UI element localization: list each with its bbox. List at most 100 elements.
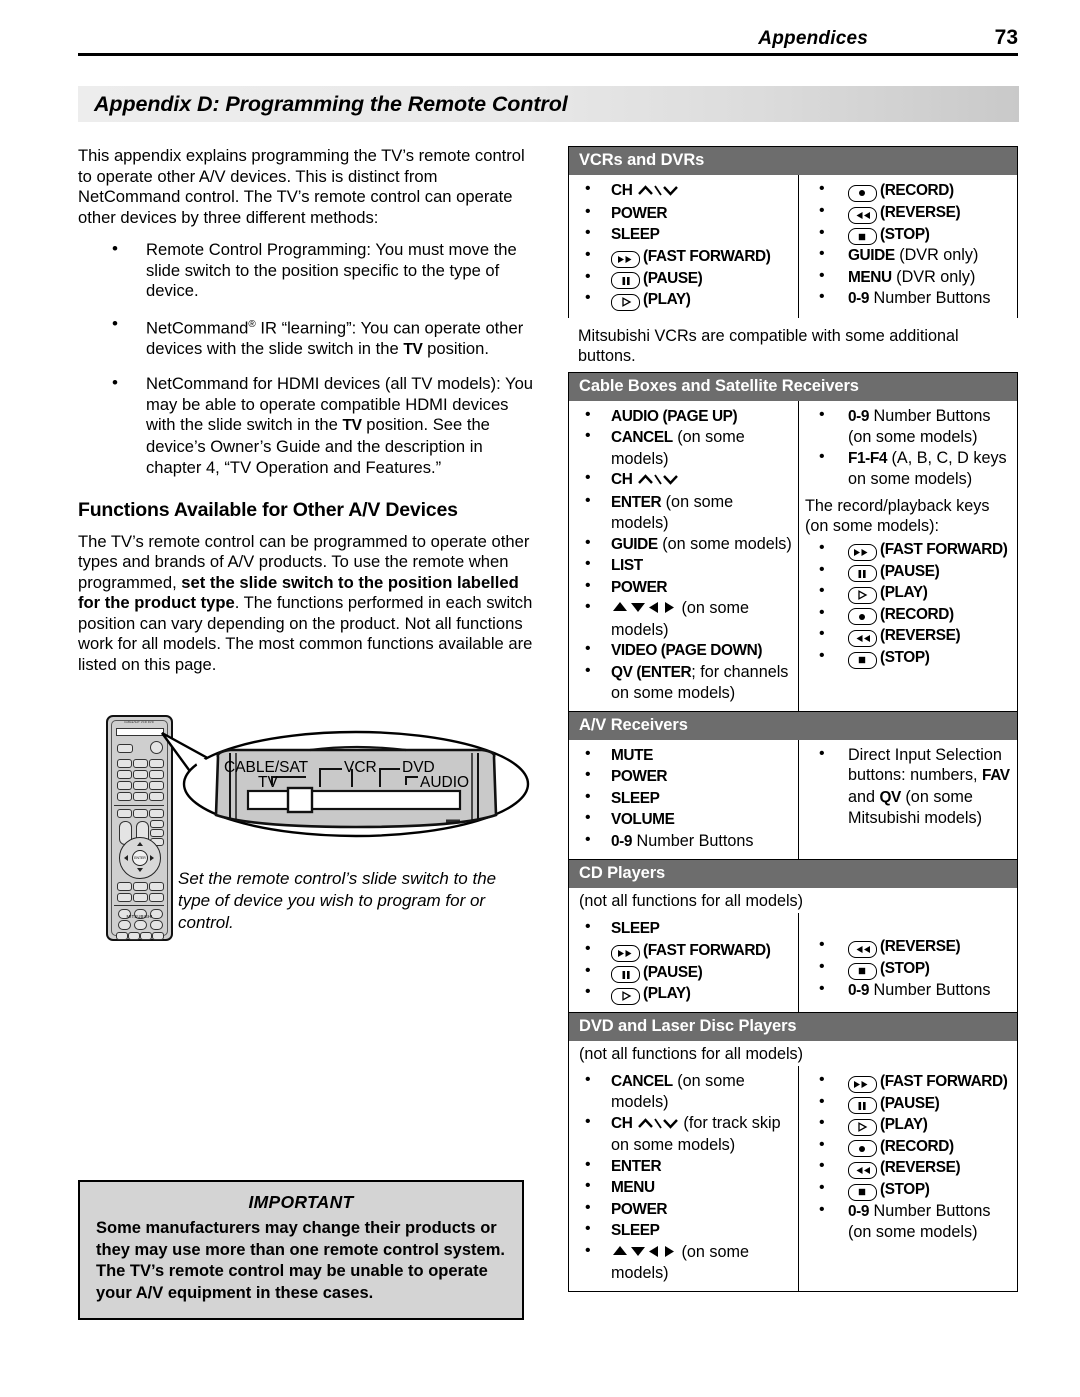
method-item-netcommand-hdmi: NetCommand for HDMI devices (all TV mode… — [78, 373, 538, 479]
list-item: POWER — [573, 202, 794, 225]
table-dvd-and-laser-disc-players: DVD and Laser Disc Players (not all func… — [568, 1011, 1018, 1292]
function-list: Direct Input Selection buttons: numbers,… — [803, 744, 1013, 829]
play-icon — [611, 987, 640, 1005]
dpad-arrows-icon — [611, 599, 677, 620]
remote-mute-button[interactable] — [117, 809, 132, 819]
list-item: (REVERSE) — [803, 624, 1013, 647]
remote-guide-button[interactable] — [117, 882, 132, 892]
remote-f3-button[interactable] — [140, 932, 152, 941]
record-icon — [847, 608, 877, 625]
list-item: VOLUME — [573, 808, 794, 831]
functions-paragraph: The TV’s remote control can be programme… — [78, 531, 533, 674]
table-column-right: (REVERSE) (STOP) 0-9 Number Buttons — [799, 913, 1017, 1012]
function-list: SLEEP (FAST FORWARD) (PAUSE) (PLAY) — [573, 917, 794, 1005]
list-item: (RECORD) — [803, 603, 1013, 625]
list-item: GUIDE (on some models) — [573, 533, 794, 556]
list-item: (REVERSE) — [803, 201, 1013, 224]
remote-record-button[interactable] — [118, 920, 131, 931]
function-list: (FAST FORWARD) (PAUSE) (PLAY) (RECORD) (… — [803, 1070, 1013, 1243]
remote-number-button[interactable] — [117, 770, 132, 780]
remote-video-button[interactable] — [133, 893, 148, 903]
remote-f2-button[interactable] — [128, 932, 140, 941]
remote-number-button[interactable] — [133, 792, 148, 802]
remote-number-button[interactable] — [133, 759, 148, 769]
table-vcrs-and-dvrs: VCRs and DVRs CH POWER SLEEP (FAST FORWA… — [568, 146, 1018, 318]
pause-icon — [847, 1097, 877, 1114]
remote-control-figure: CABLE/SAT VCR DVD ENTER MITSUBISHI CABLE… — [78, 701, 538, 956]
header-rule — [78, 53, 1018, 56]
slide-switch-callout: CABLE/SAT TV VCR DVD AUDIO — [160, 729, 534, 839]
note-record-playback-keys: The record/playback keys (on some models… — [804, 496, 990, 536]
right-column: VCRs and DVRs CH POWER SLEEP (FAST FORWA… — [568, 146, 1018, 1292]
fast-forward-icon — [847, 543, 877, 561]
list-item: AUDIO (PAGE UP) — [573, 405, 794, 428]
list-item: Direct Input Selection buttons: numbers,… — [803, 744, 1013, 829]
remote-divider — [114, 905, 164, 907]
fast-forward-icon — [847, 1075, 877, 1093]
play-icon — [847, 1118, 877, 1136]
registered-mark: ® — [248, 319, 256, 331]
remote-audio-button[interactable] — [133, 882, 148, 892]
remote-play-button[interactable] — [134, 920, 147, 931]
list-item: ENTER (on some models) — [573, 491, 794, 534]
remote-number-button[interactable] — [133, 770, 148, 780]
list-item: POWER — [573, 576, 794, 599]
table-cable-boxes-and-satellite-receivers: Cable Boxes and Satellite Receivers AUDI… — [568, 371, 1018, 711]
remote-menu-button[interactable] — [149, 882, 164, 892]
remote-enter-button[interactable]: ENTER — [132, 850, 148, 867]
stop-icon — [847, 962, 877, 980]
remote-up-arrow-icon[interactable] — [137, 842, 143, 847]
list-item: SLEEP — [573, 787, 794, 810]
function-list: AUDIO (PAGE UP) CANCEL (on some models) … — [573, 405, 794, 704]
important-callout-box: IMPORTANT Some manufacturers may change … — [78, 1180, 524, 1320]
remote-split-button[interactable] — [133, 809, 148, 819]
remote-slide-switch-label: CABLE/SAT VCR DVD — [124, 721, 154, 725]
remote-f1-button[interactable] — [116, 932, 128, 941]
channel-up-down-icon — [637, 1115, 679, 1136]
pause-icon — [611, 966, 640, 983]
remote-down-arrow-icon[interactable] — [137, 868, 143, 873]
table-header-av-receivers: A/V Receivers — [569, 711, 1017, 740]
list-item: (on some models) — [573, 597, 794, 640]
list-item: (REVERSE) — [803, 935, 1013, 958]
list-item: CANCEL (on some models) — [573, 426, 794, 469]
list-item: (on some models) — [573, 1241, 794, 1284]
record-icon — [847, 184, 877, 202]
list-item: (FAST FORWARD) — [573, 939, 794, 962]
note-dvd-players: (not all functions for all models) — [579, 1044, 804, 1063]
remote-number-button[interactable] — [117, 759, 132, 769]
remote-right-arrow-icon[interactable] — [150, 855, 154, 862]
list-item: (RECORD) — [803, 1135, 1013, 1157]
method-item-remote-control-programming: Remote Control Programming: You must mov… — [78, 239, 538, 302]
remote-number-button[interactable] — [117, 792, 132, 802]
list-item: (PLAY) — [803, 1113, 1013, 1136]
stop-icon — [847, 1183, 877, 1201]
list-item: 0-9 Number Buttons — [803, 979, 1013, 1002]
remote-sleep-button[interactable] — [117, 744, 133, 754]
table-column-right: 0-9 Number Buttons (on some models) F1-F… — [799, 401, 1017, 711]
reverse-icon — [847, 1162, 877, 1179]
dpad-arrows-icon — [611, 1243, 677, 1264]
remote-number-button[interactable] — [117, 781, 132, 791]
function-list: (RECORD) (REVERSE) (STOP) GUIDE (DVR onl… — [803, 179, 1013, 310]
remote-number-button[interactable] — [133, 781, 148, 791]
list-item: (FAST FORWARD) — [803, 538, 1013, 561]
list-item: (STOP) — [803, 1178, 1013, 1201]
list-item: (STOP) — [803, 646, 1013, 669]
list-item: (PAUSE) — [573, 267, 794, 289]
list-item: QV (ENTER; for channels on some models) — [573, 661, 794, 704]
remote-f4-button[interactable] — [152, 932, 164, 941]
fast-forward-icon — [611, 250, 640, 268]
remote-exit-button[interactable] — [149, 893, 164, 903]
function-list: (REVERSE) (STOP) 0-9 Number Buttons — [803, 918, 1013, 1001]
remote-info-button[interactable] — [117, 893, 132, 903]
list-item: MUTE — [573, 744, 794, 767]
remote-navigation-pad[interactable]: ENTER — [119, 837, 161, 880]
list-item: SLEEP — [573, 223, 794, 246]
remote-slide-switch[interactable] — [116, 728, 164, 737]
remote-left-arrow-icon[interactable] — [124, 855, 128, 862]
list-item: 0-9 Number Buttons — [803, 287, 1013, 310]
stop-icon — [847, 651, 877, 669]
remote-pause-button[interactable] — [150, 920, 163, 931]
list-item: (STOP) — [803, 223, 1013, 245]
